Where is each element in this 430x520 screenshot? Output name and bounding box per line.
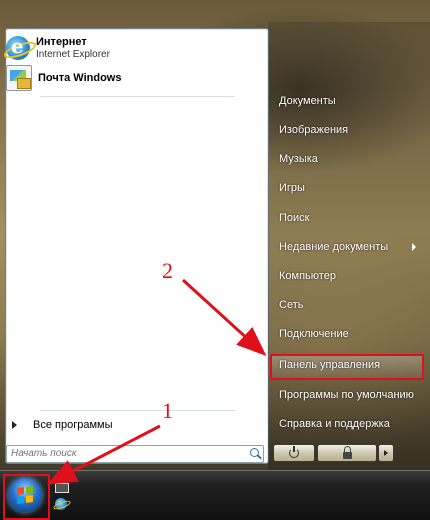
annotation-arrows [46,278,267,485]
annotation-arrow-2 [181,278,267,357]
annotation-arrow-1 [46,424,161,485]
